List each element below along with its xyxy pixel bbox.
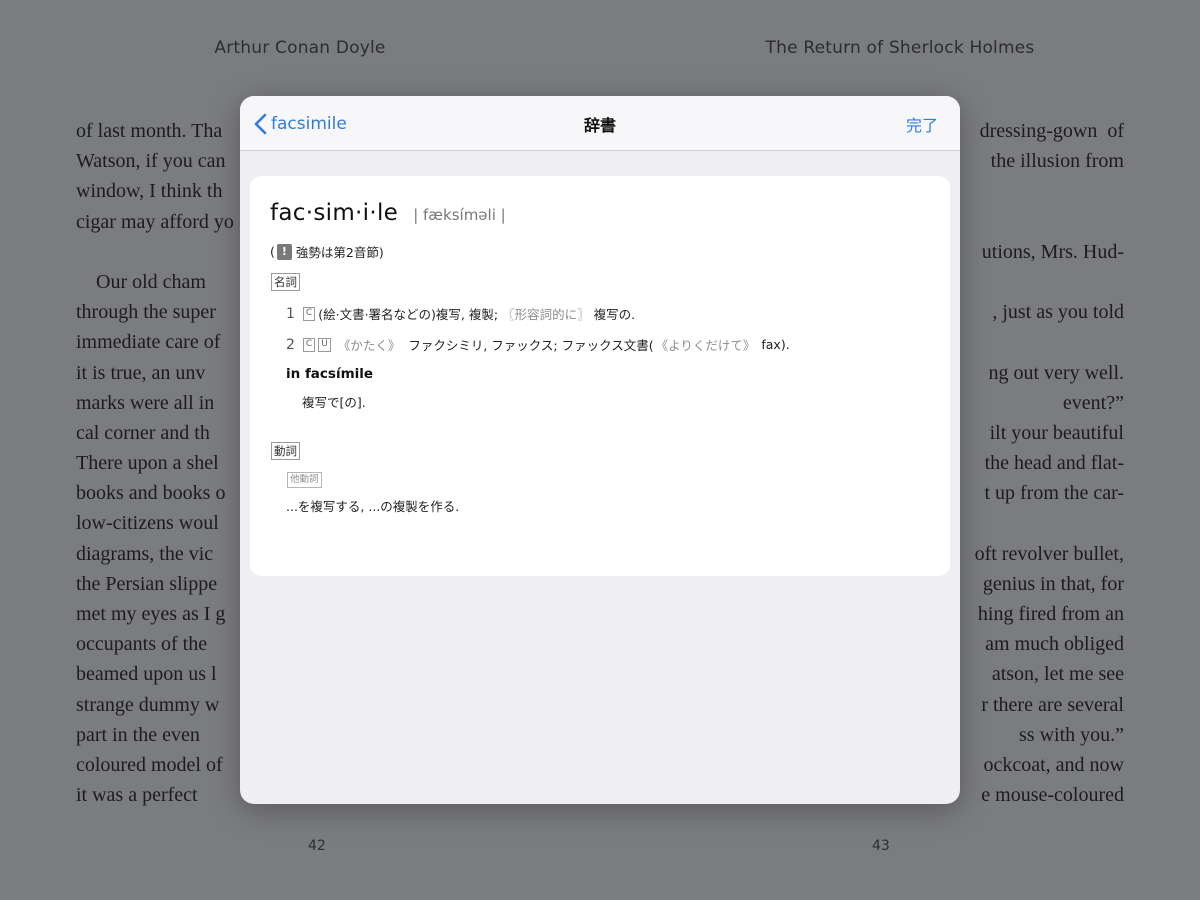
- verb-meaning: ...を複写する, ...の複製を作る.: [286, 499, 460, 514]
- sense-number: 2: [286, 336, 295, 353]
- stress-note-paren: (: [270, 244, 275, 259]
- done-button[interactable]: 完了: [906, 112, 938, 136]
- dictionary-popover: facsimile 辞書 完了 fac·sim·i·le | fæksímǝli…: [240, 96, 960, 804]
- pos-label-verb: 動詞: [271, 442, 300, 460]
- sense-item: 2 C U 《かたく》 ファクシミリ, ファックス; ファックス文書( 《よりく…: [286, 335, 790, 354]
- sense-note-2: 《よりくだけて》: [655, 338, 756, 353]
- headword-row: fac·sim·i·le | fæksímǝli |: [270, 200, 506, 226]
- left-page-number: 42: [308, 838, 326, 854]
- dictionary-entry-card: fac·sim·i·le | fæksímǝli | ( ! 強勢は第2音節) …: [250, 176, 950, 576]
- phrase-meaning: 複写で[の].: [302, 395, 366, 410]
- sense-note: 〖形容詞的に〗: [502, 307, 590, 322]
- headword: fac·sim·i·le: [270, 200, 399, 226]
- sense-text: ファクシミリ, ファックス; ファックス文書(: [408, 338, 654, 353]
- phrase-headword: in facsímile: [286, 366, 374, 382]
- author-running-head: Arthur Conan Doyle: [214, 38, 386, 58]
- pronunciation: | fæksímǝli |: [413, 206, 506, 224]
- transitive-verb-label: 他動詞: [287, 472, 322, 488]
- sense-text: (絵·文書·署名などの)複写, 複製;: [318, 307, 499, 322]
- right-page-number: 43: [872, 838, 890, 854]
- exclamation-icon: !: [276, 243, 292, 260]
- sense-item: 1 C (絵·文書·署名などの)複写, 複製; 〖形容詞的に〗 複写の.: [286, 304, 635, 323]
- title-running-head: The Return of Sherlock Holmes: [765, 38, 1035, 58]
- popover-title: 辞書: [583, 116, 616, 135]
- stress-note: ( ! 強勢は第2音節): [270, 242, 384, 261]
- sense-text-after: fax).: [761, 337, 790, 352]
- popover-nav-bar: facsimile 辞書 完了: [240, 96, 960, 151]
- countable-label: C: [302, 306, 316, 321]
- stress-note-text: 強勢は第2音節): [295, 245, 384, 260]
- pos-label-noun: 名詞: [271, 273, 300, 291]
- countable-label: C: [302, 337, 316, 352]
- sense-note: 《かたく》: [337, 338, 401, 353]
- sense-number: 1: [286, 305, 295, 322]
- uncountable-label: U: [318, 337, 331, 352]
- sense-text-after: 複写の.: [593, 307, 636, 322]
